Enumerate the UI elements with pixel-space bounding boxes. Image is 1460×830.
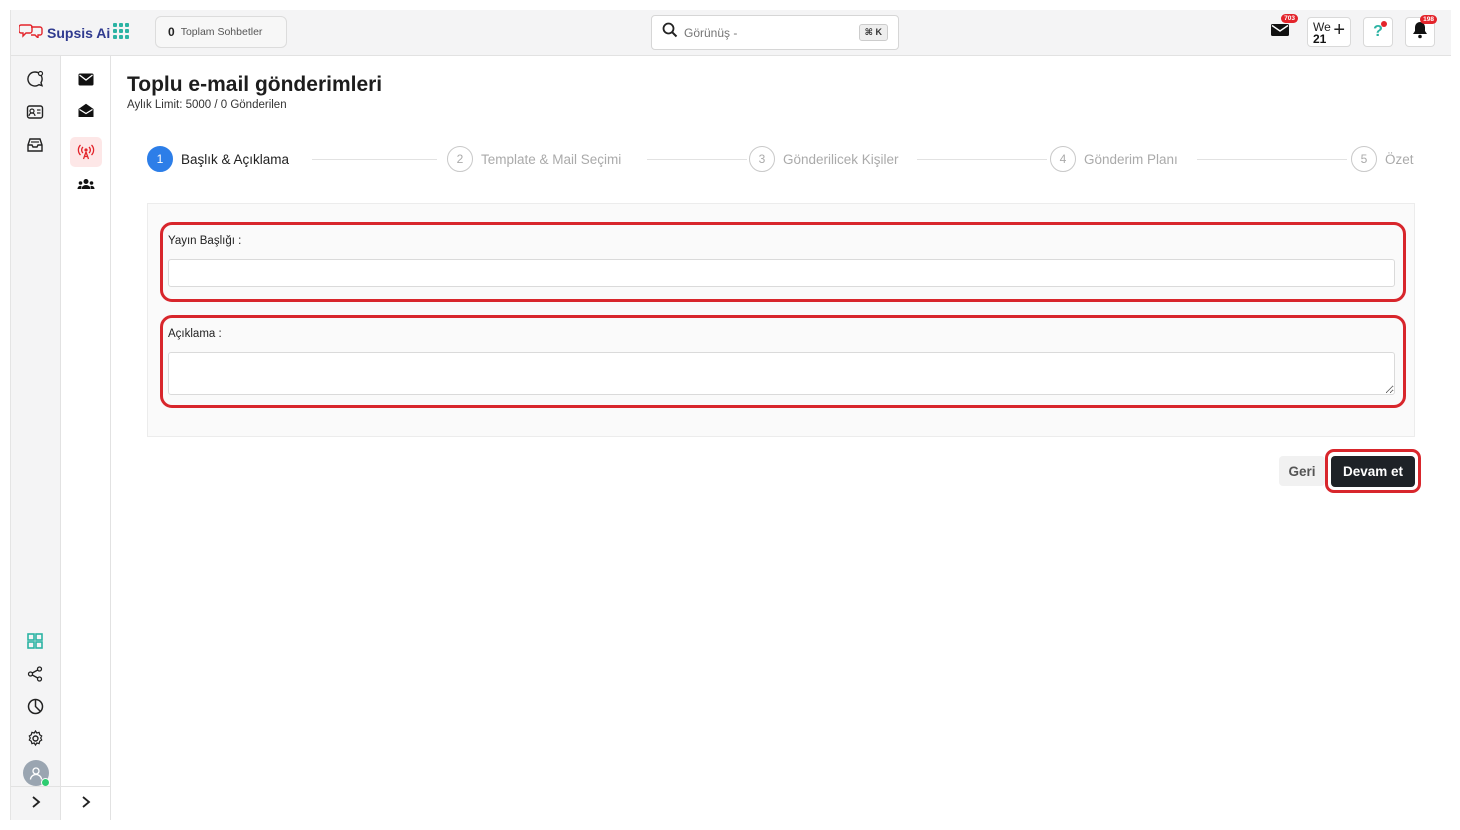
contacts-icon[interactable] [24,101,46,123]
chevron-right-icon [31,795,41,813]
page-title: Toplu e-mail gönderimleri [127,73,383,96]
apps-grid-icon[interactable] [113,23,129,39]
dashboard-icon[interactable] [24,630,46,652]
expand-submenu-button[interactable] [61,786,111,820]
notification-badge: 198 [1420,15,1437,24]
search-shortcut: ⌘ K [858,24,888,41]
email-open-icon[interactable] [70,95,102,125]
step-number: 1 [147,146,173,172]
chevron-right-icon [81,795,91,813]
calendar-add-button[interactable]: We 21 + [1307,17,1351,47]
total-conversations[interactable]: 0 Toplam Sohbetler [155,16,287,48]
share-icon[interactable] [24,663,46,685]
step-label: Template & Mail Seçimi [481,151,622,167]
search-box[interactable]: ⌘ K [651,15,899,50]
wizard-stepper: 1 Başlık & Açıklama 2 Template & Mail Se… [147,146,1424,192]
mail-button[interactable]: 703 [1265,14,1298,47]
email-closed-icon[interactable] [70,64,102,94]
users-group-icon[interactable] [70,169,102,199]
step-label: Başlık & Açıklama [181,151,290,167]
back-button[interactable]: Geri [1279,456,1325,486]
expand-sidebar-button[interactable] [11,786,61,820]
conversations-count: 0 [168,25,175,39]
step-number: 2 [447,146,473,172]
mail-icon [1270,22,1290,43]
step-3[interactable]: 3 Gönderilicek Kişiler [749,146,909,172]
step-4[interactable]: 4 Gönderim Planı [1050,146,1188,172]
step-1[interactable]: 1 Başlık & Açıklama [147,146,300,172]
step-connector [1197,159,1347,160]
primary-sidebar [11,56,61,820]
step-connector [917,159,1047,160]
plus-icon: + [1333,19,1345,41]
settings-gear-icon[interactable] [24,727,46,749]
secondary-sidebar [61,56,111,820]
search-input[interactable] [684,25,854,40]
top-bar: Supsis Ai 0 Toplam Sohbetler ⌘ K 703 We [11,10,1451,56]
app-logo[interactable]: Supsis Ai [18,22,111,43]
continue-button[interactable]: Devam et [1331,455,1415,487]
conversations-label: Toplam Sohbetler [180,26,263,38]
title-input[interactable] [168,259,1395,287]
step-number: 4 [1050,146,1076,172]
step-label: Gönderim Planı [1084,151,1178,167]
step-number: 3 [749,146,775,172]
mail-badge: 703 [1281,14,1298,23]
top-right-actions: 703 We 21 + ? 198 [1265,14,1437,47]
user-avatar[interactable] [23,760,50,787]
step-label: Özet [1385,151,1414,167]
step-connector [647,159,747,160]
search-icon [662,22,678,43]
step-connector [312,159,437,160]
title-field-group: Yayın Başlığı : [160,222,1406,302]
step-label: Gönderilicek Kişiler [783,151,899,167]
chat-icon[interactable] [24,68,46,90]
main-content: Toplu e-mail gönderimleri Aylık Limit: 5… [111,56,1451,820]
help-button[interactable]: ? [1363,17,1393,47]
description-field-group: Açıklama : [160,315,1406,408]
app-name: Supsis Ai [47,24,111,41]
reports-icon[interactable] [24,695,46,717]
notifications-button[interactable]: 198 [1405,15,1437,47]
monthly-limit: Aylık Limit: 5000 / 0 Gönderilen [127,99,287,111]
description-label: Açıklama : [168,328,222,340]
broadcast-icon[interactable] [70,137,102,167]
title-label: Yayın Başlığı : [168,235,242,247]
step-number: 5 [1351,146,1377,172]
calendar-date: 21 [1313,32,1327,46]
continue-button-highlight: Devam et [1325,449,1421,493]
step-2[interactable]: 2 Template & Mail Seçimi [447,146,632,172]
form-card: Yayın Başlığı : Açıklama : [147,203,1415,437]
step-5[interactable]: 5 Özet [1351,146,1424,172]
logo-icon [18,22,43,43]
help-dot [1381,21,1387,27]
description-textarea[interactable] [168,352,1395,395]
inbox-icon[interactable] [24,134,46,156]
app-window: Supsis Ai 0 Toplam Sohbetler ⌘ K 703 We [10,10,1451,820]
